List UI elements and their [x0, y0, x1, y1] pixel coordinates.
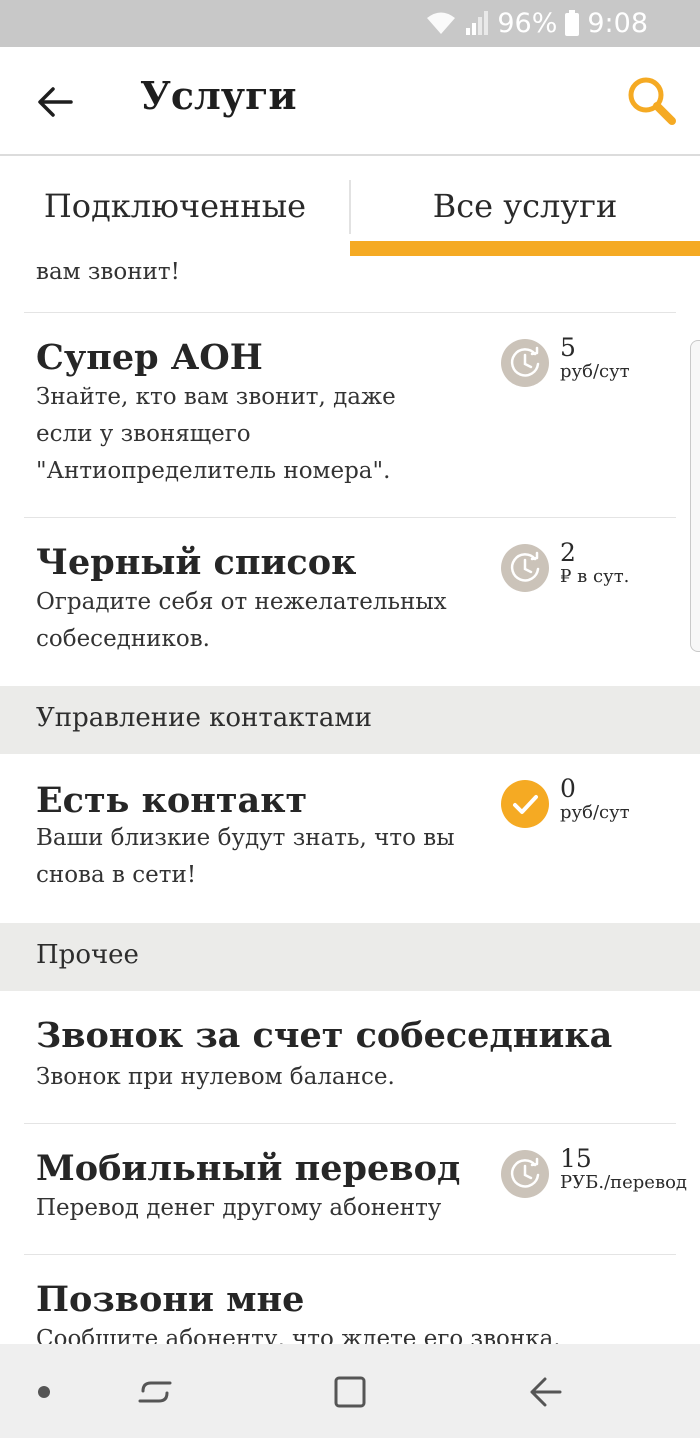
back-icon — [530, 1377, 562, 1407]
item-price: 2 ₽ в сут. — [501, 538, 691, 594]
recent-apps-icon — [138, 1381, 172, 1403]
status-right: 96% 9:08 — [425, 6, 648, 40]
clock-refresh-icon — [501, 1150, 549, 1198]
list-item-mobile-transfer[interactable]: Мобильный перевод Перевод денег другому … — [0, 1124, 700, 1254]
scroll-indicator[interactable] — [690, 340, 700, 652]
search-icon — [628, 77, 676, 125]
section-header-contacts: Управление контактами — [0, 686, 700, 754]
price-amount: 5 — [560, 333, 576, 362]
item-description: Знайте, кто вам звонит, даже если у звон… — [36, 384, 396, 484]
list-item-est-kontakt[interactable]: Есть контакт Ваши близкие будут знать, ч… — [0, 754, 700, 922]
active-tab-indicator — [350, 241, 700, 256]
price-unit: руб/сут — [560, 361, 630, 382]
item-title: Есть контакт — [36, 780, 308, 821]
signal-icon — [466, 11, 489, 35]
battery-percent: 96% — [497, 7, 558, 39]
price-amount: 15 — [560, 1144, 592, 1173]
tab-connected[interactable]: Подключенные — [0, 156, 350, 256]
price-amount: 2 — [560, 538, 576, 567]
app-bar: Услуги — [0, 47, 700, 156]
item-price: 0 руб/сут — [501, 774, 691, 830]
list-item-call-me[interactable]: Позвони мне Сообщите абоненту, что ждете… — [0, 1255, 700, 1344]
check-icon — [501, 780, 549, 828]
item-title: Супер АОН — [36, 337, 263, 378]
item-description: вам звонит! — [36, 259, 180, 285]
services-list[interactable]: вам звонит! Супер АОН Знайте, кто вам зв… — [0, 256, 700, 1344]
wifi-icon — [427, 12, 456, 34]
system-back-button[interactable] — [515, 1364, 575, 1420]
price-unit: ₽ в сут. — [560, 566, 630, 587]
section-header-other: Прочее — [0, 923, 700, 991]
item-title: Мобильный перевод — [36, 1148, 461, 1189]
item-description: Сообщите абоненту, что ждете его звонка. — [36, 1326, 561, 1344]
item-title: Черный список — [36, 542, 357, 583]
battery-icon — [565, 10, 580, 36]
search-button[interactable] — [622, 71, 682, 131]
section-title: Прочее — [36, 940, 139, 970]
section-title: Управление контактами — [36, 703, 372, 733]
item-description: Ваши близкие будут знать, что вы снова в… — [36, 825, 455, 888]
list-item-collect-call[interactable]: Звонок за счет собеседника Звонок при ну… — [0, 991, 700, 1122]
nav-dot-button[interactable] — [14, 1364, 74, 1420]
status-bar: 96% 9:08 — [0, 0, 700, 47]
item-price: 15 РУБ./перевод — [501, 1144, 691, 1200]
item-price: 5 руб/сут — [501, 333, 691, 389]
price-unit: РУБ./перевод — [560, 1172, 688, 1193]
clock-refresh-icon — [501, 339, 549, 387]
list-item-super-aon[interactable]: Супер АОН Знайте, кто вам звонит, даже е… — [0, 313, 700, 516]
page-title: Услуги — [140, 73, 297, 118]
system-nav-bar — [0, 1344, 700, 1438]
home-button[interactable] — [320, 1364, 380, 1420]
back-button[interactable] — [28, 75, 82, 129]
recent-apps-button[interactable] — [125, 1364, 185, 1420]
price-unit: руб/сут — [560, 802, 630, 823]
item-title: Позвони мне — [36, 1279, 305, 1320]
clock-refresh-icon — [501, 544, 549, 592]
item-description: Оградите себя от нежелательных собеседни… — [36, 589, 447, 652]
clock: 9:08 — [587, 7, 648, 39]
item-title: Звонок за счет собеседника — [36, 1015, 613, 1056]
arrow-left-icon — [38, 87, 73, 117]
dot-icon — [38, 1386, 50, 1398]
item-description: Звонок при нулевом балансе. — [36, 1064, 395, 1090]
home-icon — [334, 1376, 366, 1408]
list-item-black-list[interactable]: Черный список Оградите себя от нежелател… — [0, 518, 700, 686]
price-amount: 0 — [560, 774, 576, 803]
